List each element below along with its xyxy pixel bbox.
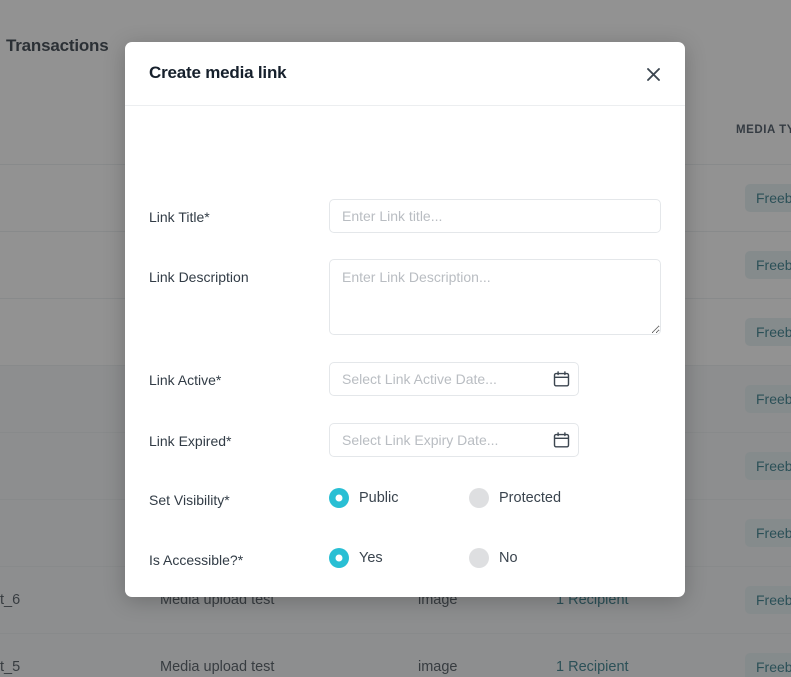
dialog-title: Create media link [149, 63, 287, 82]
link-expired-input[interactable] [329, 423, 579, 457]
dialog-header: Create media link [125, 42, 685, 106]
link-expired-date-field [329, 423, 579, 457]
radio-label-yes: Yes [359, 550, 383, 566]
app-root: Transactions MEDIA TYPE Freebie Freebie [0, 0, 791, 677]
label-link-description: Link Description [149, 269, 249, 285]
radio-label-no: No [499, 550, 518, 566]
close-icon [646, 67, 660, 81]
radio-option-protected[interactable]: Protected [469, 488, 561, 508]
radio-indicator-selected [329, 488, 349, 508]
radio-option-public[interactable]: Public [329, 488, 469, 508]
label-set-visibility: Set Visibility* [149, 492, 230, 508]
link-active-date-field [329, 362, 579, 396]
dialog-body: Link Title* Link Description Link Active… [125, 106, 685, 597]
set-visibility-radio-group: Public Protected [329, 487, 561, 509]
label-link-active: Link Active* [149, 372, 222, 388]
link-title-input[interactable] [329, 199, 661, 233]
link-active-input[interactable] [329, 362, 579, 396]
radio-indicator-unselected [469, 488, 489, 508]
label-is-accessible: Is Accessible?* [149, 552, 244, 568]
radio-label-protected: Protected [499, 490, 562, 506]
radio-indicator-selected [329, 548, 349, 568]
radio-option-no[interactable]: No [469, 548, 518, 568]
radio-label-public: Public [359, 490, 399, 506]
is-accessible-radio-group: Yes No [329, 547, 518, 569]
radio-indicator-unselected [469, 548, 489, 568]
label-link-title: Link Title* [149, 209, 210, 225]
label-link-expired: Link Expired* [149, 433, 232, 449]
create-media-link-dialog: Create media link Link Title* Link Descr… [125, 42, 685, 597]
close-button[interactable] [639, 60, 667, 88]
link-description-textarea[interactable] [329, 259, 661, 335]
radio-option-yes[interactable]: Yes [329, 548, 469, 568]
